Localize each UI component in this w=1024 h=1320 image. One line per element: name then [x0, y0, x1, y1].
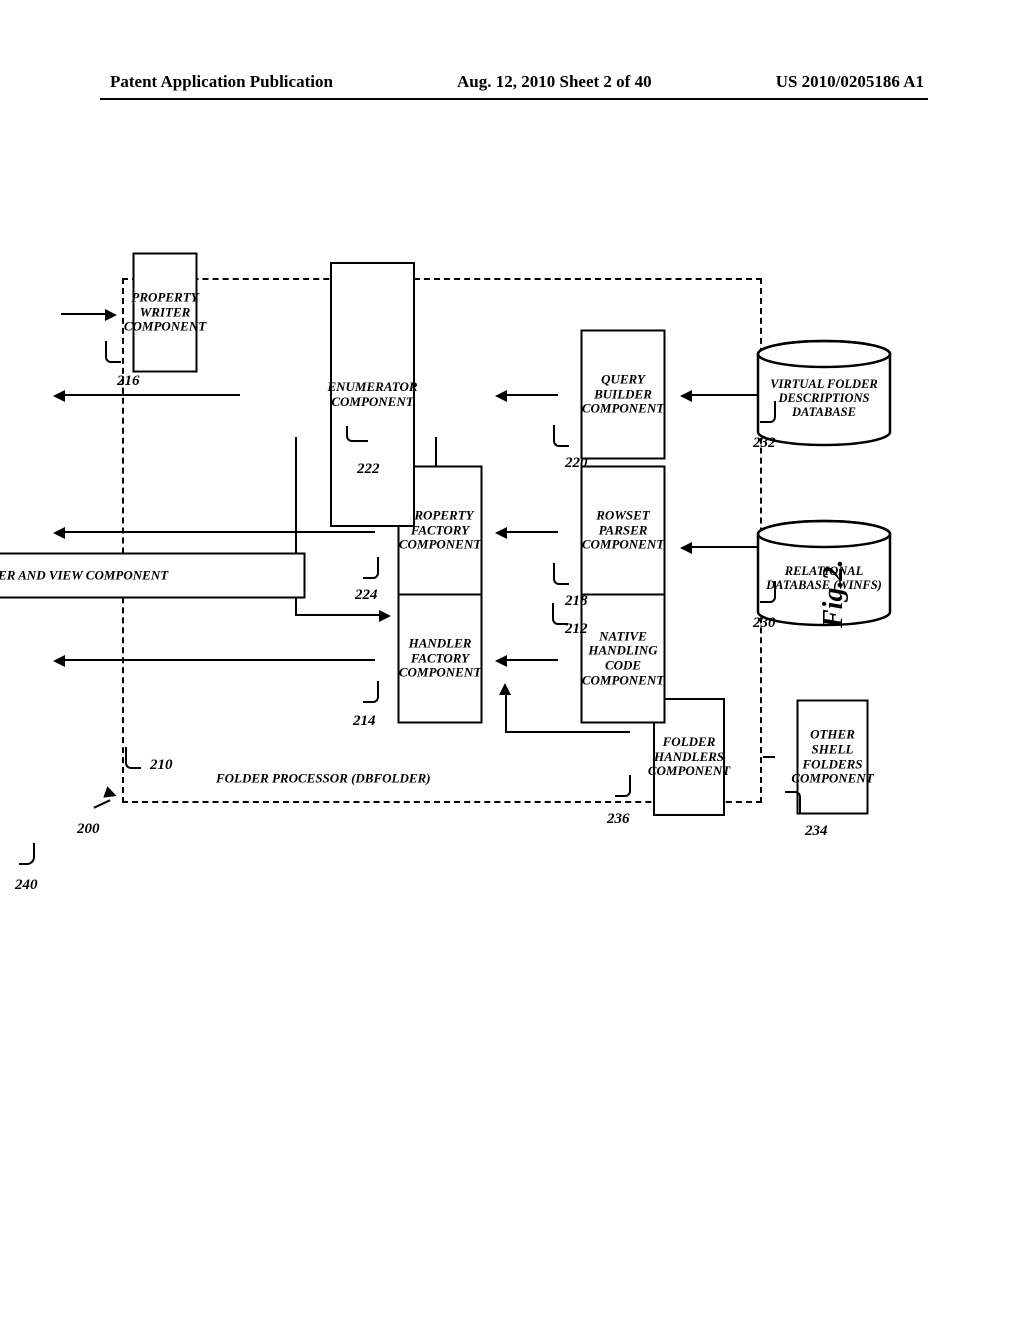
- a-212-214: [495, 655, 507, 667]
- c-220-222: [505, 394, 558, 396]
- enumerator-box: ENUMERATOR COMPONENT: [330, 262, 415, 527]
- a-236-214: [499, 683, 511, 695]
- c-222-240: [61, 394, 240, 396]
- ref-214: 214: [353, 713, 376, 730]
- a-240-216: [105, 309, 117, 321]
- figure-stage: SHELL BROWSER AND VIEW COMPONENT 240 200…: [5, 263, 825, 893]
- ref-220: 220: [565, 455, 588, 472]
- handler-factory-label: HANDLER FACTORY COMPONENT: [399, 637, 481, 681]
- hook-216: [105, 341, 121, 363]
- figure-label: Fig.2.: [30, 543, 850, 628]
- vfd-db: VIRTUAL FOLDER DESCRIPTIONS DATABASE: [754, 339, 894, 447]
- header-center: Aug. 12, 2010 Sheet 2 of 40: [457, 72, 652, 92]
- c-218-224: [505, 531, 558, 533]
- query-builder-label: QUERY BUILDER COMPONENT: [582, 373, 664, 417]
- a-224-240: [53, 527, 65, 539]
- header-rule: [100, 98, 928, 100]
- hook-236: [615, 775, 631, 797]
- vfd-db-label: VIRTUAL FOLDER DESCRIPTIONS DATABASE: [754, 339, 894, 447]
- hook-234: [785, 791, 801, 813]
- hook-210: [125, 747, 141, 769]
- c-212-214: [505, 659, 558, 661]
- ref-210: 210: [150, 757, 173, 774]
- ref-232: 232: [753, 435, 776, 452]
- c-240-216: [61, 313, 111, 315]
- folder-processor-label: FOLDER PROCESSOR (DBFOLDER): [216, 772, 431, 787]
- hook-232: [760, 401, 776, 423]
- ref-234: 234: [805, 823, 828, 840]
- header-right: US 2010/0205186 A1: [776, 72, 924, 92]
- ref-200: 200: [77, 821, 100, 838]
- a-218-224: [495, 527, 507, 539]
- a-214-240: [53, 655, 65, 667]
- c-214-240: [61, 659, 375, 661]
- folder-processor-label-box: FOLDER PROCESSOR (DBFOLDER): [133, 765, 513, 793]
- query-builder-box: QUERY BUILDER COMPONENT: [581, 330, 666, 460]
- hook-222: [346, 426, 368, 442]
- ref-240: 240: [15, 877, 38, 894]
- other-shell-folders-label: OTHER SHELL FOLDERS COMPONENT: [791, 728, 873, 786]
- property-writer-label: PROPERTY WRITER COMPONENT: [124, 291, 206, 335]
- c-236-214b: [505, 731, 630, 733]
- ref-236: 236: [607, 811, 630, 828]
- a-220-222: [495, 390, 507, 402]
- hook-220: [553, 425, 569, 447]
- enumerator-label: ENUMERATOR COMPONENT: [327, 380, 417, 409]
- hook-240: [19, 843, 35, 865]
- property-writer-box: PROPERTY WRITER COMPONENT: [133, 253, 198, 373]
- a-232-220: [680, 390, 692, 402]
- ref-216: 216: [117, 373, 140, 390]
- ref-222: 222: [357, 461, 380, 478]
- a-222-240: [53, 390, 65, 402]
- arrow-200: [103, 786, 118, 801]
- other-shell-folders-box: OTHER SHELL FOLDERS COMPONENT: [797, 700, 869, 815]
- header-left: Patent Application Publication: [110, 72, 333, 92]
- native-handling-label: NATIVE HANDLING CODE COMPONENT: [582, 629, 664, 687]
- line-200: [93, 799, 110, 808]
- hook-214: [363, 681, 379, 703]
- folder-handlers-label: FOLDER HANDLERS COMPONENT: [648, 735, 730, 779]
- c-224-240: [61, 531, 375, 533]
- c-234-dbf: [763, 756, 775, 758]
